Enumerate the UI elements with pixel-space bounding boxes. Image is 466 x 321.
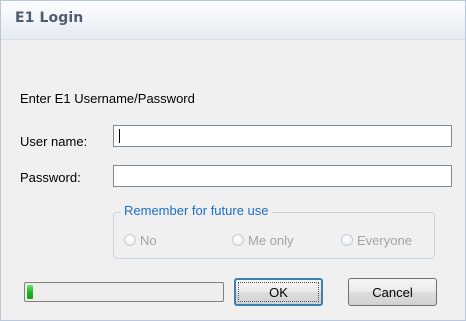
radio-circle-icon [124, 234, 136, 246]
password-label: Password: [20, 170, 81, 185]
username-label: User name: [20, 134, 88, 149]
radio-everyone-label: Everyone [357, 232, 412, 248]
radio-circle-icon [341, 234, 353, 246]
radio-no[interactable]: No [124, 232, 157, 248]
remember-legend: Remember for future use [121, 203, 272, 218]
progress-bar [24, 282, 224, 302]
text-caret [119, 129, 120, 143]
username-input[interactable] [113, 125, 452, 147]
radio-me-only-label: Me only [248, 232, 294, 248]
cancel-button-label: Cancel [372, 284, 413, 300]
window-title: E1 Login [15, 10, 84, 26]
password-input[interactable] [113, 165, 452, 187]
cancel-button[interactable]: Cancel [348, 278, 437, 306]
login-dialog: E1 Login [0, 0, 466, 321]
radio-circle-icon [232, 234, 244, 246]
progress-fill [27, 285, 33, 299]
ok-button-label: OK [269, 284, 288, 300]
radio-everyone[interactable]: Everyone [341, 232, 412, 248]
radio-me-only[interactable]: Me only [232, 232, 294, 248]
instruction-text: Enter E1 Username/Password [20, 91, 195, 106]
title-bar[interactable]: E1 Login [1, 1, 465, 40]
ok-button[interactable]: OK [234, 278, 323, 306]
radio-no-label: No [140, 232, 157, 248]
